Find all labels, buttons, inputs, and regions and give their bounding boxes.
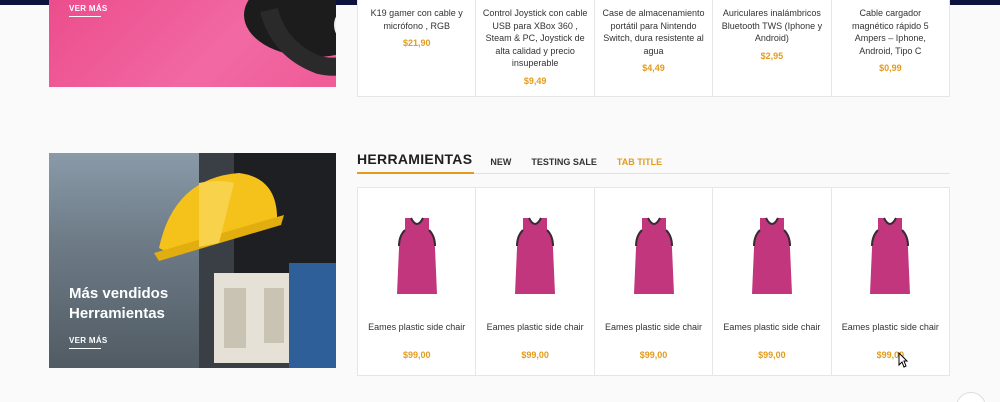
product-price: $4,49 — [642, 63, 665, 73]
promo-banner-tools[interactable]: Más vendidos Herramientas VER MÁS — [49, 153, 336, 368]
section-title: HERRAMIENTAS — [357, 150, 475, 174]
product-tabs: HERRAMIENTAS NEW TESTING SALE TAB TITLE — [357, 150, 950, 174]
product-card[interactable]: K19 gamer con cable y micrófono , RGB $2… — [358, 0, 477, 96]
promo-banner-headphones[interactable]: VER MÁS — [49, 0, 336, 87]
product-card[interactable]: Cable cargador magnético rápido 5 Ampers… — [832, 0, 949, 96]
tank-top-image[interactable] — [868, 216, 912, 296]
product-title[interactable]: Case de almacenamiento portátil para Nin… — [601, 7, 706, 57]
product-price: $99,00 — [639, 350, 668, 360]
tab-new[interactable]: NEW — [490, 155, 511, 169]
tab-tab-title[interactable]: TAB TITLE — [617, 155, 662, 169]
product-card[interactable]: Control Joystick con cable USB para XBox… — [476, 0, 595, 96]
product-title[interactable]: Eames plastic side chair — [838, 321, 943, 334]
product-price: $9,49 — [523, 75, 547, 86]
product-card[interactable]: Eames plastic side chair $99,00 — [713, 188, 832, 375]
product-title[interactable]: Eames plastic side chair — [482, 321, 587, 334]
banner-see-more-link[interactable]: VER MÁS — [69, 336, 108, 349]
product-title[interactable]: Cable cargador magnético rápido 5 Ampers… — [838, 7, 943, 57]
product-title[interactable]: Auriculares inalámbricos Bluetooth TWS (… — [719, 7, 824, 45]
tab-testing-sale[interactable]: TESTING SALE — [531, 155, 597, 169]
product-title[interactable]: Eames plastic side chair — [601, 321, 706, 334]
tank-top-image[interactable] — [750, 216, 794, 296]
product-card[interactable]: Auriculares inalámbricos Bluetooth TWS (… — [713, 0, 832, 96]
banner-see-more-link[interactable]: VER MÁS — [69, 4, 108, 17]
tank-top-image[interactable] — [395, 216, 439, 296]
product-price: $21,90 — [402, 38, 431, 48]
product-card[interactable]: Eames plastic side chair $99,00 — [358, 188, 477, 375]
tank-top-image[interactable] — [632, 216, 676, 296]
banner-headline-line1: Más vendidos — [69, 285, 169, 302]
bottom-product-grid: Eames plastic side chair $99,00 Eames pl… — [357, 187, 950, 376]
product-title[interactable]: Control Joystick con cable USB para XBox… — [482, 7, 588, 70]
product-card[interactable]: Case de almacenamiento portátil para Nin… — [595, 0, 714, 96]
product-title[interactable]: K19 gamer con cable y micrófono , RGB — [364, 7, 469, 32]
product-price: $2,95 — [760, 50, 784, 61]
top-product-grid: K19 gamer con cable y micrófono , RGB $2… — [357, 0, 950, 97]
banner-headline: Más vendidos Herramientas — [69, 284, 168, 324]
product-card[interactable]: Eames plastic side chair $99,00 — [595, 188, 714, 375]
product-card[interactable]: Eames plastic side chair $99,00 — [832, 188, 949, 375]
scroll-to-top-button[interactable] — [956, 392, 986, 402]
banner-headline-line2: Herramientas — [69, 305, 165, 322]
product-price: $99,00 — [876, 350, 905, 360]
product-title[interactable]: Eames plastic side chair — [364, 321, 469, 334]
product-card[interactable]: Eames plastic side chair $99,00 — [476, 188, 595, 375]
product-title[interactable]: Eames plastic side chair — [719, 321, 824, 334]
product-price: $99,00 — [402, 350, 431, 360]
headphone-person-image — [244, 0, 336, 76]
product-price: $99,00 — [758, 350, 786, 360]
product-price: $99,00 — [521, 350, 549, 360]
product-price: $0,99 — [879, 63, 902, 73]
mouse-cursor-icon — [898, 352, 908, 368]
tank-top-image[interactable] — [513, 216, 557, 296]
